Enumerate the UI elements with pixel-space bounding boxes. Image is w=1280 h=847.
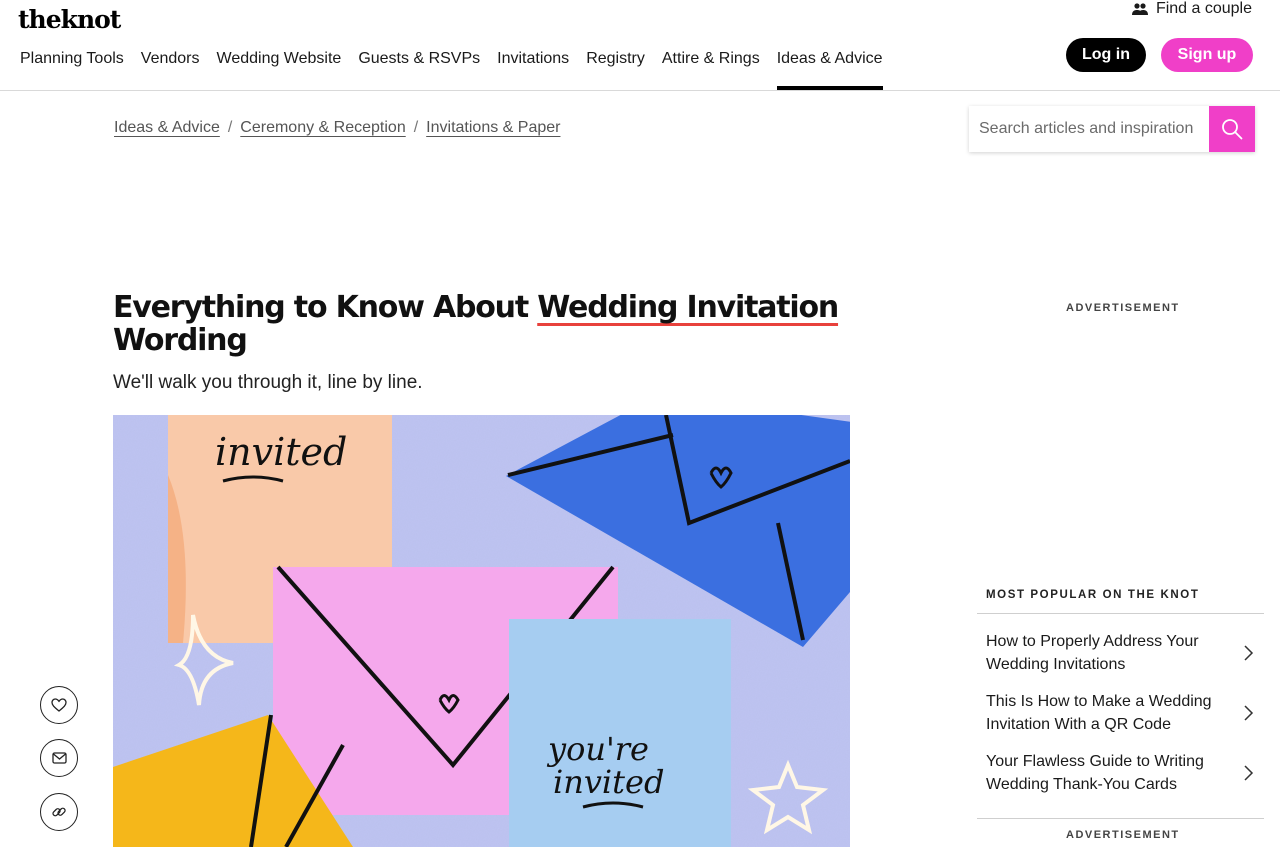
article-search (969, 106, 1255, 152)
most-popular-module: MOST POPULAR ON THE KNOT How to Properly… (977, 585, 1264, 819)
heart-icon (51, 698, 67, 712)
article-title: Everything to Know About Wedding Invitat… (113, 291, 853, 357)
popular-item[interactable]: How to Properly Address Your Wedding Inv… (977, 628, 1264, 688)
search-icon (1222, 119, 1243, 140)
hero-illustration: invited you're invited (113, 415, 850, 847)
nav-vendors[interactable]: Vendors (141, 50, 200, 90)
most-popular-heading: MOST POPULAR ON THE KNOT (977, 585, 1264, 614)
popular-item[interactable]: This Is How to Make a Wedding Invitation… (977, 688, 1264, 748)
title-text: Everything to Know About (113, 290, 538, 325)
popular-item-title: This Is How to Make a Wedding Invitation… (986, 693, 1212, 733)
breadcrumb-ceremony-reception[interactable]: Ceremony & Reception (240, 119, 405, 137)
article-subtitle: We'll walk you through it, line by line. (113, 372, 423, 393)
breadcrumb-invitations-paper[interactable]: Invitations & Paper (426, 119, 560, 137)
title-text-end: Wording (113, 323, 248, 358)
nav-wedding-website[interactable]: Wedding Website (217, 50, 342, 90)
chevron-right-icon (1244, 645, 1254, 661)
save-button[interactable] (40, 686, 78, 724)
search-button[interactable] (1209, 106, 1255, 152)
search-input[interactable] (969, 106, 1209, 152)
site-logo[interactable]: theknot (18, 5, 121, 34)
people-icon (1131, 3, 1148, 15)
chevron-right-icon (1244, 705, 1254, 721)
nav-ideas-advice[interactable]: Ideas & Advice (776, 50, 883, 90)
chevron-right-icon (1244, 765, 1254, 781)
find-couple-label: Find a couple (1155, 0, 1252, 17)
invitation-illustration: invited you're invited (113, 415, 850, 847)
nav-attire-rings[interactable]: Attire & Rings (662, 50, 760, 90)
title-highlight: Wedding Invitation (537, 290, 839, 325)
breadcrumb: Ideas & Advice / Ceremony & Reception / … (114, 119, 560, 137)
breadcrumb-separator: / (413, 119, 419, 136)
site-header: theknot Find a couple Planning Tools Ven… (0, 0, 1280, 91)
login-button[interactable]: Log in (1066, 38, 1146, 72)
nav-guests-rsvps[interactable]: Guests & RSVPs (358, 50, 480, 90)
breadcrumb-separator: / (227, 119, 233, 136)
main-nav: Planning Tools Vendors Wedding Website G… (20, 50, 900, 90)
nav-planning-tools[interactable]: Planning Tools (20, 50, 124, 90)
find-couple-link[interactable]: Find a couple (1131, 0, 1252, 18)
popular-item-title: Your Flawless Guide to Writing Wedding T… (986, 753, 1204, 793)
hero-text-invited: invited (215, 430, 347, 474)
copy-link-button[interactable] (40, 793, 78, 831)
nav-registry[interactable]: Registry (586, 50, 645, 90)
most-popular-list: How to Properly Address Your Wedding Inv… (977, 614, 1264, 819)
advertisement-label-bottom: ADVERTISEMENT (1066, 829, 1180, 841)
link-icon (52, 807, 66, 817)
email-share-button[interactable] (40, 739, 78, 777)
signup-button[interactable]: Sign up (1161, 38, 1253, 72)
mail-icon (51, 752, 67, 764)
nav-invitations[interactable]: Invitations (497, 50, 569, 90)
popular-item[interactable]: Your Flawless Guide to Writing Wedding T… (977, 748, 1264, 808)
popular-item-title: How to Properly Address Your Wedding Inv… (986, 633, 1199, 673)
hero-text-invited-2: invited (553, 763, 664, 801)
breadcrumb-ideas-advice[interactable]: Ideas & Advice (114, 119, 220, 137)
advertisement-label: ADVERTISEMENT (1066, 302, 1180, 314)
